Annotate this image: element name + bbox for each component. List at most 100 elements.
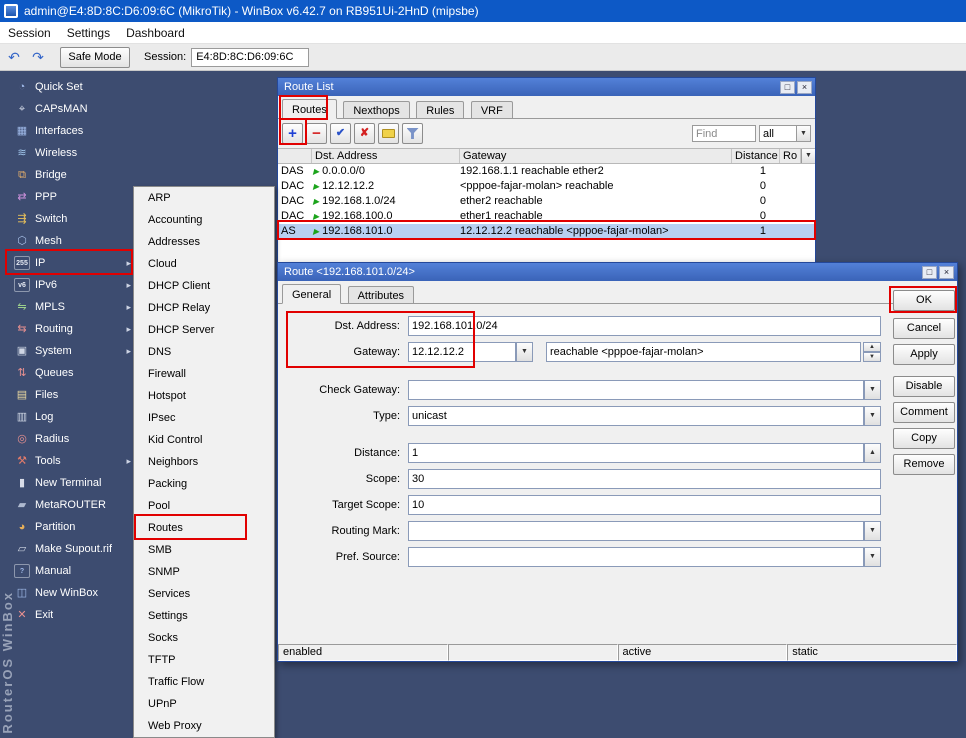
dialog-button[interactable]: Copy <box>893 428 955 449</box>
sidebar-item[interactable]: ⬡ Mesh <box>12 230 133 252</box>
menu-item[interactable]: Settings <box>59 22 118 44</box>
submenu-item[interactable]: SMB <box>134 539 274 561</box>
distance-up-icon[interactable]: ▲ <box>864 443 881 463</box>
sidebar-item[interactable]: ▣ System ▸ <box>12 340 133 362</box>
dialog-button[interactable]: Cancel <box>893 318 955 339</box>
submenu-item[interactable]: UPnP <box>134 693 274 715</box>
submenu-item[interactable]: Web Proxy <box>134 715 274 737</box>
sidebar-item[interactable]: 255 IP ▸ <box>12 252 133 274</box>
sidebar-item[interactable]: ? Manual <box>12 560 133 582</box>
submenu-item[interactable]: Settings <box>134 605 274 627</box>
sidebar-item[interactable]: ⇶ Switch <box>12 208 133 230</box>
menu-item[interactable]: Dashboard <box>118 22 193 44</box>
table-row[interactable]: DAC ▶ 12.12.12.2 <pppoe-fajar-molan> reac… <box>278 179 815 194</box>
sidebar-item[interactable]: ⇋ MPLS ▸ <box>12 296 133 318</box>
sidebar-item[interactable]: ⇅ Queues <box>12 362 133 384</box>
sidebar-item[interactable]: ▤ Files <box>12 384 133 406</box>
submenu-item[interactable]: Cloud <box>134 253 274 275</box>
submenu-item[interactable]: DHCP Server <box>134 319 274 341</box>
table-row[interactable]: DAC ▶ 192.168.100.0 ether1 reachable 0 <box>278 209 815 224</box>
sidebar-item[interactable]: ⚒ Tools ▸ <box>12 450 133 472</box>
pref-source-combo[interactable] <box>408 547 864 567</box>
tab-attributes[interactable]: Attributes <box>347 286 415 304</box>
sidebar-item[interactable]: ▱ Make Supout.rif <box>12 538 133 560</box>
column-gateway[interactable]: Gateway <box>460 149 732 163</box>
close-icon[interactable]: × <box>797 80 812 94</box>
find-input[interactable] <box>692 125 756 142</box>
tab-nexthops[interactable]: Nexthops <box>343 101 410 119</box>
spinner-up-icon[interactable]: ▲ <box>863 342 881 352</box>
submenu-item[interactable]: ARP <box>134 187 274 209</box>
type-combo[interactable]: unicast <box>408 406 864 426</box>
menu-item[interactable]: Session <box>0 22 59 44</box>
sidebar-item[interactable]: ✕ Exit <box>12 604 133 626</box>
sidebar-item[interactable]: ⇆ Routing ▸ <box>12 318 133 340</box>
sidebar-item[interactable]: ▰ MetaROUTER <box>12 494 133 516</box>
add-route-button[interactable]: + <box>282 123 303 144</box>
sidebar-item[interactable]: ◕ Partition <box>12 516 133 538</box>
routing-mark-dropdown-icon[interactable]: ▼ <box>864 521 881 541</box>
routing-mark-combo[interactable] <box>408 521 864 541</box>
column-dst-address[interactable]: Dst. Address <box>312 149 460 163</box>
comment-button[interactable] <box>378 123 399 144</box>
submenu-item[interactable]: Kid Control <box>134 429 274 451</box>
safe-mode-button[interactable]: Safe Mode <box>60 46 130 68</box>
table-row[interactable]: DAC ▶ 192.168.1.0/24 ether2 reachable 0 <box>278 194 815 209</box>
gateway-dropdown-icon[interactable]: ▼ <box>516 342 533 362</box>
type-dropdown-icon[interactable]: ▼ <box>864 406 881 426</box>
submenu-item[interactable]: Accounting <box>134 209 274 231</box>
submenu-item[interactable]: Neighbors <box>134 451 274 473</box>
submenu-item[interactable]: Services <box>134 583 274 605</box>
chevron-down-icon[interactable]: ▼ <box>796 126 810 141</box>
redo-icon[interactable]: ↷ <box>28 47 48 67</box>
sidebar-item[interactable]: ⧉ Bridge <box>12 164 133 186</box>
sidebar-item[interactable]: ◫ New WinBox <box>12 582 133 604</box>
table-row[interactable]: DAS ▶ 0.0.0.0/0 192.168.1.1 reachable eth… <box>278 164 815 179</box>
submenu-item[interactable]: IPsec <box>134 407 274 429</box>
disable-route-button[interactable]: ✘ <box>354 123 375 144</box>
sidebar-item[interactable]: ▥ Log <box>12 406 133 428</box>
dialog-button[interactable]: Remove <box>893 454 955 475</box>
remove-route-button[interactable]: − <box>306 123 327 144</box>
maximize-icon[interactable]: □ <box>780 80 795 94</box>
sidebar-item[interactable]: ◔ Quick Set <box>12 76 133 98</box>
close-icon[interactable]: × <box>939 265 954 279</box>
distance-input[interactable] <box>408 443 864 463</box>
sidebar-item[interactable]: ⌖ CAPsMAN <box>12 98 133 120</box>
check-gateway-dropdown-icon[interactable]: ▼ <box>864 380 881 400</box>
submenu-item[interactable]: DNS <box>134 341 274 363</box>
column-chooser-icon[interactable]: ▼ <box>801 149 815 163</box>
sidebar-item[interactable]: ≋ Wireless <box>12 142 133 164</box>
submenu-item[interactable]: Traffic Flow <box>134 671 274 693</box>
submenu-item[interactable]: Socks <box>134 627 274 649</box>
dst-address-input[interactable] <box>408 316 881 336</box>
scope-input[interactable] <box>408 469 881 489</box>
tab-vrf[interactable]: VRF <box>470 101 513 119</box>
sidebar-item[interactable]: ◎ Radius <box>12 428 133 450</box>
undo-icon[interactable]: ↶ <box>4 47 24 67</box>
submenu-item[interactable]: DHCP Client <box>134 275 274 297</box>
submenu-item[interactable]: Routes <box>134 517 274 539</box>
column-distance[interactable]: Distance <box>732 149 780 163</box>
dialog-button[interactable]: OK <box>893 290 955 311</box>
submenu-item[interactable]: DHCP Relay <box>134 297 274 319</box>
tab-rules[interactable]: Rules <box>416 101 465 119</box>
dialog-button[interactable]: Comment <box>893 402 955 423</box>
filter-scope-combo[interactable]: all ▼ <box>759 125 811 142</box>
filter-button[interactable] <box>402 123 423 144</box>
check-gateway-combo[interactable] <box>408 380 864 400</box>
dialog-button[interactable]: Apply <box>893 344 955 365</box>
sidebar-item[interactable]: ▦ Interfaces <box>12 120 133 142</box>
submenu-item[interactable]: Addresses <box>134 231 274 253</box>
route-list-titlebar[interactable]: Route List □ × <box>278 78 815 96</box>
tab-routes[interactable]: Routes <box>282 99 337 119</box>
submenu-item[interactable]: Pool <box>134 495 274 517</box>
submenu-item[interactable]: TFTP <box>134 649 274 671</box>
gateway-input[interactable] <box>408 342 516 362</box>
submenu-item[interactable]: Packing <box>134 473 274 495</box>
pref-source-dropdown-icon[interactable]: ▼ <box>864 547 881 567</box>
spinner-down-icon[interactable]: ▼ <box>863 352 881 362</box>
sidebar-item[interactable]: v6 IPv6 ▸ <box>12 274 133 296</box>
table-row[interactable]: AS ▶ 192.168.101.0 12.12.12.2 reachable <… <box>278 224 815 239</box>
submenu-item[interactable]: SNMP <box>134 561 274 583</box>
